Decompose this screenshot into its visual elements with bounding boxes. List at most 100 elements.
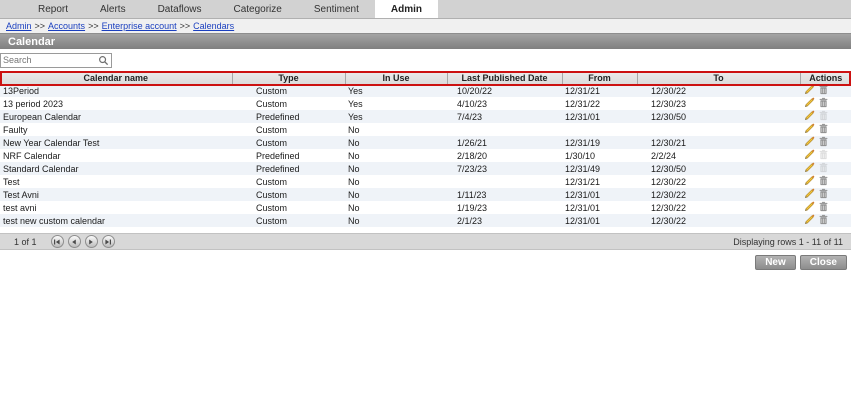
table-row[interactable]: New Year Calendar TestCustomNo1/26/2112/… bbox=[0, 136, 851, 149]
tab-dataflows[interactable]: Dataflows bbox=[142, 0, 218, 18]
cell-actions bbox=[800, 110, 851, 123]
table-row[interactable]: 13 period 2023CustomYes4/10/2312/31/2212… bbox=[0, 97, 851, 110]
first-page-button[interactable] bbox=[51, 235, 64, 248]
cell-type: Custom bbox=[232, 97, 345, 110]
tab-categorize[interactable]: Categorize bbox=[217, 0, 297, 18]
tab-alerts[interactable]: Alerts bbox=[84, 0, 142, 18]
cell-actions bbox=[800, 214, 851, 227]
cell-name: Test Avni bbox=[0, 188, 232, 201]
cell-last-published: 4/10/23 bbox=[447, 97, 562, 110]
page-title: Calendar bbox=[0, 33, 851, 49]
table-row[interactable]: European CalendarPredefinedYes7/4/2312/3… bbox=[0, 110, 851, 123]
edit-pencil-icon[interactable] bbox=[804, 201, 815, 212]
cell-to: 12/30/22 bbox=[637, 175, 800, 188]
breadcrumb-link-admin[interactable]: Admin bbox=[6, 21, 32, 31]
cell-name: 13 period 2023 bbox=[0, 97, 232, 110]
prev-page-button[interactable] bbox=[68, 235, 81, 248]
cell-from: 12/31/22 bbox=[562, 97, 637, 110]
edit-pencil-icon[interactable] bbox=[804, 110, 815, 121]
col-header-type[interactable]: Type bbox=[232, 71, 345, 84]
tab-admin[interactable]: Admin bbox=[375, 0, 438, 18]
cell-from bbox=[562, 123, 637, 136]
breadcrumb-link-accounts[interactable]: Accounts bbox=[48, 21, 85, 31]
magnifier-icon[interactable] bbox=[98, 55, 109, 66]
col-header-last-published-date[interactable]: Last Published Date bbox=[447, 71, 562, 84]
table-row[interactable]: test avniCustomNo1/19/2312/31/0112/30/22 bbox=[0, 201, 851, 214]
search-box bbox=[0, 53, 112, 68]
tab-report[interactable]: Report bbox=[22, 0, 84, 18]
edit-pencil-icon[interactable] bbox=[804, 188, 815, 199]
delete-trash-icon[interactable] bbox=[818, 201, 829, 212]
table-row[interactable]: FaultyCustomNo bbox=[0, 123, 851, 136]
cell-last-published bbox=[447, 123, 562, 136]
cell-from: 12/31/01 bbox=[562, 188, 637, 201]
cell-actions bbox=[800, 123, 851, 136]
col-header-from[interactable]: From bbox=[562, 71, 637, 84]
table-row[interactable]: NRF CalendarPredefinedNo2/18/201/30/102/… bbox=[0, 149, 851, 162]
table-row[interactable]: TestCustomNo12/31/2112/30/22 bbox=[0, 175, 851, 188]
cell-in-use: No bbox=[345, 214, 447, 227]
delete-trash-icon bbox=[818, 110, 829, 121]
cell-from: 12/31/19 bbox=[562, 136, 637, 149]
table-row[interactable]: Standard CalendarPredefinedNo7/23/2312/3… bbox=[0, 162, 851, 175]
new-button[interactable]: New bbox=[755, 255, 796, 270]
cell-actions bbox=[800, 97, 851, 110]
cell-last-published: 1/19/23 bbox=[447, 201, 562, 214]
edit-pencil-icon[interactable] bbox=[804, 162, 815, 173]
delete-trash-icon[interactable] bbox=[818, 84, 829, 95]
cell-type: Custom bbox=[232, 214, 345, 227]
cell-to: 12/30/50 bbox=[637, 162, 800, 175]
delete-trash-icon[interactable] bbox=[818, 97, 829, 108]
cell-in-use: Yes bbox=[345, 84, 447, 97]
table-row[interactable]: 13PeriodCustomYes10/20/2212/31/2112/30/2… bbox=[0, 84, 851, 97]
cell-in-use: No bbox=[345, 201, 447, 214]
cell-type: Predefined bbox=[232, 149, 345, 162]
cell-in-use: No bbox=[345, 149, 447, 162]
cell-last-published: 7/23/23 bbox=[447, 162, 562, 175]
next-page-button[interactable] bbox=[85, 235, 98, 248]
cell-last-published bbox=[447, 175, 562, 188]
edit-pencil-icon[interactable] bbox=[804, 175, 815, 186]
delete-trash-icon[interactable] bbox=[818, 188, 829, 199]
calendar-admin-page: Report Alerts Dataflows Categorize Senti… bbox=[0, 0, 851, 404]
edit-pencil-icon[interactable] bbox=[804, 136, 815, 147]
delete-trash-icon[interactable] bbox=[818, 123, 829, 134]
breadcrumb-link-calendars[interactable]: Calendars bbox=[193, 21, 234, 31]
delete-trash-icon bbox=[818, 149, 829, 160]
close-button[interactable]: Close bbox=[800, 255, 847, 270]
edit-pencil-icon[interactable] bbox=[804, 149, 815, 160]
search-row bbox=[0, 49, 851, 71]
col-header-calendar-name[interactable]: Calendar name bbox=[0, 71, 232, 84]
calendar-table-wrap: Calendar name Type In Use Last Published… bbox=[0, 71, 851, 227]
cell-in-use: No bbox=[345, 162, 447, 175]
last-page-button[interactable] bbox=[102, 235, 115, 248]
cell-in-use: No bbox=[345, 188, 447, 201]
edit-pencil-icon[interactable] bbox=[804, 97, 815, 108]
table-row[interactable]: test new custom calendarCustomNo2/1/2312… bbox=[0, 214, 851, 227]
delete-trash-icon[interactable] bbox=[818, 214, 829, 225]
table-row[interactable]: Test AvniCustomNo1/11/2312/31/0112/30/22 bbox=[0, 188, 851, 201]
cell-to: 12/30/22 bbox=[637, 214, 800, 227]
cell-actions bbox=[800, 188, 851, 201]
cell-type: Custom bbox=[232, 188, 345, 201]
cell-to bbox=[637, 123, 800, 136]
cell-from: 1/30/10 bbox=[562, 149, 637, 162]
calendar-table: Calendar name Type In Use Last Published… bbox=[0, 71, 851, 227]
search-input[interactable] bbox=[3, 55, 98, 65]
cell-type: Custom bbox=[232, 136, 345, 149]
breadcrumb-link-enterprise-account[interactable]: Enterprise account bbox=[102, 21, 177, 31]
cell-type: Predefined bbox=[232, 110, 345, 123]
table-header-row: Calendar name Type In Use Last Published… bbox=[0, 71, 851, 84]
edit-pencil-icon[interactable] bbox=[804, 214, 815, 225]
cell-to: 2/2/24 bbox=[637, 149, 800, 162]
col-header-to[interactable]: To bbox=[637, 71, 800, 84]
delete-trash-icon[interactable] bbox=[818, 175, 829, 186]
cell-actions bbox=[800, 84, 851, 97]
delete-trash-icon[interactable] bbox=[818, 136, 829, 147]
col-header-in-use[interactable]: In Use bbox=[345, 71, 447, 84]
edit-pencil-icon[interactable] bbox=[804, 123, 815, 134]
cell-name: test avni bbox=[0, 201, 232, 214]
edit-pencil-icon[interactable] bbox=[804, 84, 815, 95]
cell-last-published: 1/11/23 bbox=[447, 188, 562, 201]
tab-sentiment[interactable]: Sentiment bbox=[298, 0, 375, 18]
